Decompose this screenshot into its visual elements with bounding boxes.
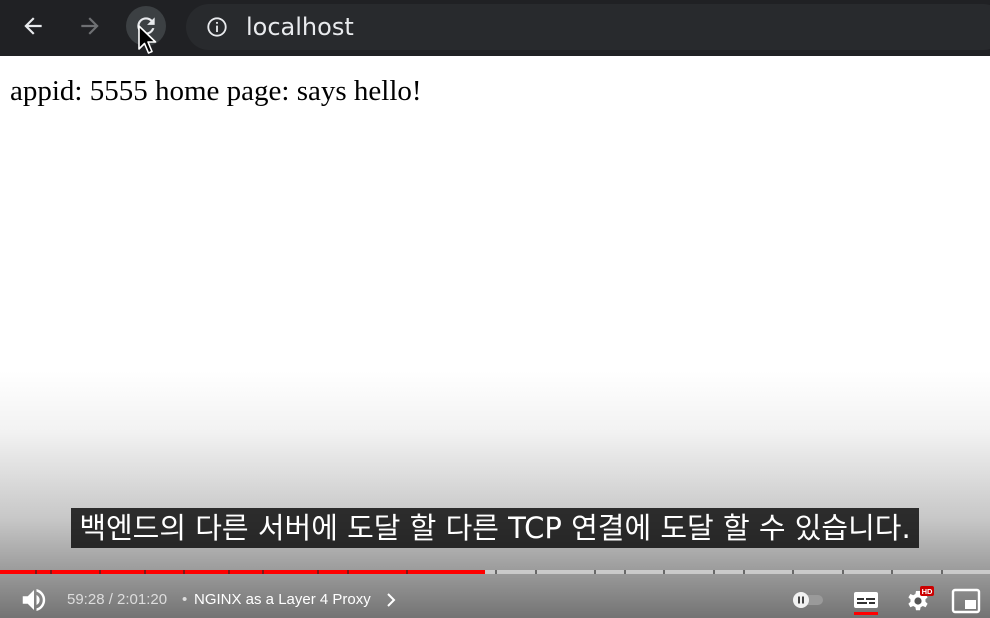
chapter-marker [495, 570, 497, 574]
volume-icon [22, 589, 46, 611]
subtitles-icon [854, 592, 878, 615]
chapter-marker [99, 570, 101, 574]
progress-played [0, 570, 486, 574]
chapter-marker [891, 570, 893, 574]
autoplay-toggle-icon [793, 592, 823, 608]
chapter-marker [534, 570, 537, 574]
chapter-marker [594, 570, 596, 574]
chapter-title[interactable]: NGINX as a Layer 4 Proxy [194, 591, 371, 608]
chapter-marker [623, 570, 626, 574]
chapter-marker [183, 570, 186, 574]
address-bar[interactable]: localhost [186, 4, 990, 50]
chapter-marker [316, 570, 319, 574]
autoplay-toggle[interactable] [790, 590, 826, 610]
settings-button[interactable]: HD [902, 586, 934, 616]
volume-button[interactable] [18, 584, 50, 616]
miniplayer-icon [951, 588, 981, 614]
time-display: 59:28 / 2:01:20 [67, 591, 168, 608]
player-controls: 59:28 / 2:01:20 • NGINX as a Layer 4 Pro… [0, 582, 990, 618]
back-button[interactable] [13, 6, 53, 46]
arrow-right-icon [81, 17, 99, 35]
player-gradient [0, 370, 990, 618]
miniplayer-button[interactable] [948, 586, 984, 616]
chapter-marker [143, 570, 146, 574]
chapter-marker [405, 570, 408, 574]
progress-bar[interactable] [0, 570, 990, 574]
subtitle-caption: 백엔드의 다른 서버에 도달 할 다른 TCP 연결에 도달 할 수 있습니다. [0, 508, 990, 548]
url-text[interactable]: localhost [246, 14, 354, 40]
chapter-marker [663, 570, 666, 574]
chapter-marker [346, 570, 349, 574]
mouse-cursor-icon [138, 25, 157, 54]
chapter-marker [841, 570, 844, 574]
chapter-marker [712, 570, 715, 574]
forward-button[interactable] [70, 6, 110, 46]
arrow-left-icon [24, 17, 42, 35]
chapter-marker [742, 570, 745, 574]
separator-dot: • [182, 591, 188, 608]
chapter-marker [227, 570, 230, 574]
subtitles-button[interactable] [850, 586, 882, 616]
subtitle-text: 백엔드의 다른 서버에 도달 할 다른 TCP 연결에 도달 할 수 있습니다. [71, 508, 919, 548]
chapter-marker [262, 570, 265, 574]
info-icon[interactable] [206, 16, 228, 38]
chevron-right-icon[interactable] [385, 591, 397, 609]
gear-icon: HD [908, 586, 934, 611]
chapter-marker [940, 570, 943, 574]
page-body-text: appid: 5555 home page: says hello! [10, 75, 422, 107]
hd-badge: HD [922, 587, 933, 596]
chapter-marker [34, 570, 37, 574]
browser-toolbar: localhost [0, 0, 990, 56]
chapter-marker [49, 570, 52, 574]
chapter-marker [792, 570, 794, 574]
